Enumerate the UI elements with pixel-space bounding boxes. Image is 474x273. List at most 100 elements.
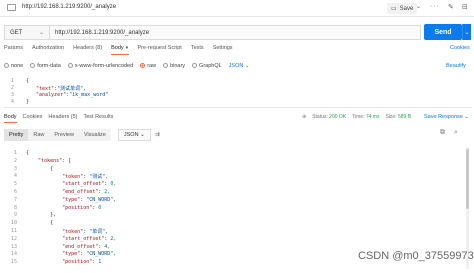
code-line: { [26, 220, 53, 226]
save-label: Save [399, 5, 414, 12]
code-line: { [26, 150, 29, 156]
chevron-down-icon: ⌄ [244, 63, 250, 69]
tab-settings[interactable]: Settings [213, 45, 233, 55]
line-number: 7 [13, 196, 17, 203]
json-punct: }, [50, 212, 57, 219]
url-input[interactable]: http://192.168.1.219:9200/_analyze [49, 25, 421, 40]
scrollbar-thumb[interactable] [466, 149, 469, 209]
line-number: 6 [13, 189, 17, 195]
json-key: "analyzer" [36, 92, 67, 98]
response-format-value: JSON [123, 131, 139, 138]
edit-icon[interactable]: ✎ [448, 3, 454, 11]
code-line: } [26, 99, 30, 105]
chevron-down-icon: ⌄ [464, 114, 469, 120]
json-key: "tokens" [38, 157, 63, 164]
body-format-select[interactable]: JSON ⌄ [229, 63, 250, 69]
code-line: "end_offset": 4, [26, 244, 110, 250]
json-value: "测试", [89, 174, 109, 181]
response-view-bar: Pretty Raw Preview Visualize JSON ⌄ ⇉ [4, 128, 160, 141]
time-key: Time: [352, 114, 365, 120]
json-value: "单词", [89, 229, 109, 235]
body-type-binary[interactable]: binary [163, 63, 185, 69]
tab-pre-request-script[interactable]: Pre-request Script [138, 45, 182, 55]
body-type-none[interactable]: none [4, 63, 23, 69]
save-icon: ▭ [391, 6, 397, 12]
response-tab-test-results[interactable]: Test Results [83, 114, 113, 123]
code-line: "token": "单词", [26, 228, 108, 235]
code-line: "type": "CN_WORD", [26, 197, 116, 203]
json-key: "type" [62, 196, 81, 203]
response-tab-headers[interactable]: Headers (5) [48, 114, 77, 123]
http-request-icon [7, 4, 16, 11]
send-button[interactable]: Send [424, 24, 462, 40]
beautify-button[interactable]: Beautify [446, 63, 466, 69]
body-type-raw[interactable]: raw [140, 63, 156, 69]
line-number: 10 [10, 220, 17, 227]
json-value: 2, [104, 189, 111, 195]
json-punct: { [50, 220, 54, 227]
cookies-link[interactable]: Cookies [450, 45, 470, 51]
line-number: 15 [10, 259, 17, 266]
json-key: "end_offset" [62, 189, 99, 195]
line-number: 3 [13, 165, 17, 172]
tab-tests[interactable]: Tests [191, 45, 204, 55]
response-actions: ⧉ ⌕ [440, 129, 458, 137]
code-line: { [26, 78, 30, 84]
code-line: "analyzer":"ik_max_word" [36, 92, 108, 98]
line-number: 14 [10, 251, 17, 258]
body-type-label: x-www-form-urlencoded [74, 63, 134, 69]
body-type-form-data[interactable]: form-data [30, 63, 61, 69]
radio-selected-icon [140, 63, 146, 68]
view-visualize-button[interactable]: Visualize [78, 128, 111, 141]
response-tabs: Body Cookies Headers (5) Test Results [4, 114, 113, 123]
body-type-urlencoded[interactable]: x-www-form-urlencoded [67, 63, 134, 69]
save-options-chevron-icon[interactable]: ⌄ [416, 3, 424, 14]
json-key: "position" [62, 259, 93, 266]
watermark: CSDN @m0_37559973 [358, 250, 474, 262]
view-pretty-button[interactable]: Pretty [4, 128, 29, 141]
save-response-button[interactable]: Save Response ⌄ [424, 114, 469, 120]
tab-headers[interactable]: Headers (8) [73, 45, 102, 55]
send-options-chevron-icon[interactable]: ⌄ [462, 24, 471, 40]
comment-icon[interactable]: ⊟ [462, 3, 468, 11]
search-icon[interactable]: ⌕ [454, 129, 458, 137]
tab-authorization[interactable]: Authorization [32, 45, 64, 55]
line-number: 12 [10, 235, 17, 242]
request-body-editor[interactable]: 1 { 2 "text":"测试单词", 3 "analyzer":"ik_ma… [4, 76, 472, 108]
body-type-graphql[interactable]: GraphQL [192, 63, 222, 69]
json-value: 0 [98, 204, 102, 211]
body-type-label: none [11, 63, 24, 69]
wrap-lines-icon[interactable]: ⇉ [155, 131, 160, 138]
line-number: 5 [13, 181, 17, 188]
more-options-icon[interactable]: ··· [430, 3, 440, 10]
response-format-select[interactable]: JSON ⌄ [117, 128, 151, 141]
globe-icon: ⊕ [302, 114, 307, 120]
size-value: 589 B [398, 114, 412, 120]
save-button[interactable]: ▭ Save [387, 3, 418, 14]
view-preview-button[interactable]: Preview [49, 128, 79, 141]
response-tab-body[interactable]: Body [4, 114, 17, 123]
response-tab-cookies[interactable]: Cookies [23, 114, 43, 123]
json-key: "token" [62, 174, 84, 181]
method-select[interactable]: GET ⌄ [4, 25, 49, 40]
request-title[interactable]: http://192.168.1.219:9200/_analyze [22, 4, 116, 10]
view-raw-button[interactable]: Raw [28, 128, 50, 141]
line-number: 11 [10, 228, 17, 234]
json-value: "CN_WORD", [86, 251, 117, 258]
radio-icon [4, 63, 9, 68]
line-number: 8 [13, 204, 17, 211]
line-number: 1 [10, 78, 14, 84]
json-value: "ik_max_word" [69, 92, 109, 98]
status-label: Status: 200 OK [312, 114, 346, 120]
code-line: "type": "CN_WORD", [26, 251, 116, 257]
copy-icon[interactable]: ⧉ [440, 129, 445, 137]
tab-body[interactable]: Body ● [111, 45, 128, 55]
tab-params[interactable]: Params [4, 45, 23, 55]
